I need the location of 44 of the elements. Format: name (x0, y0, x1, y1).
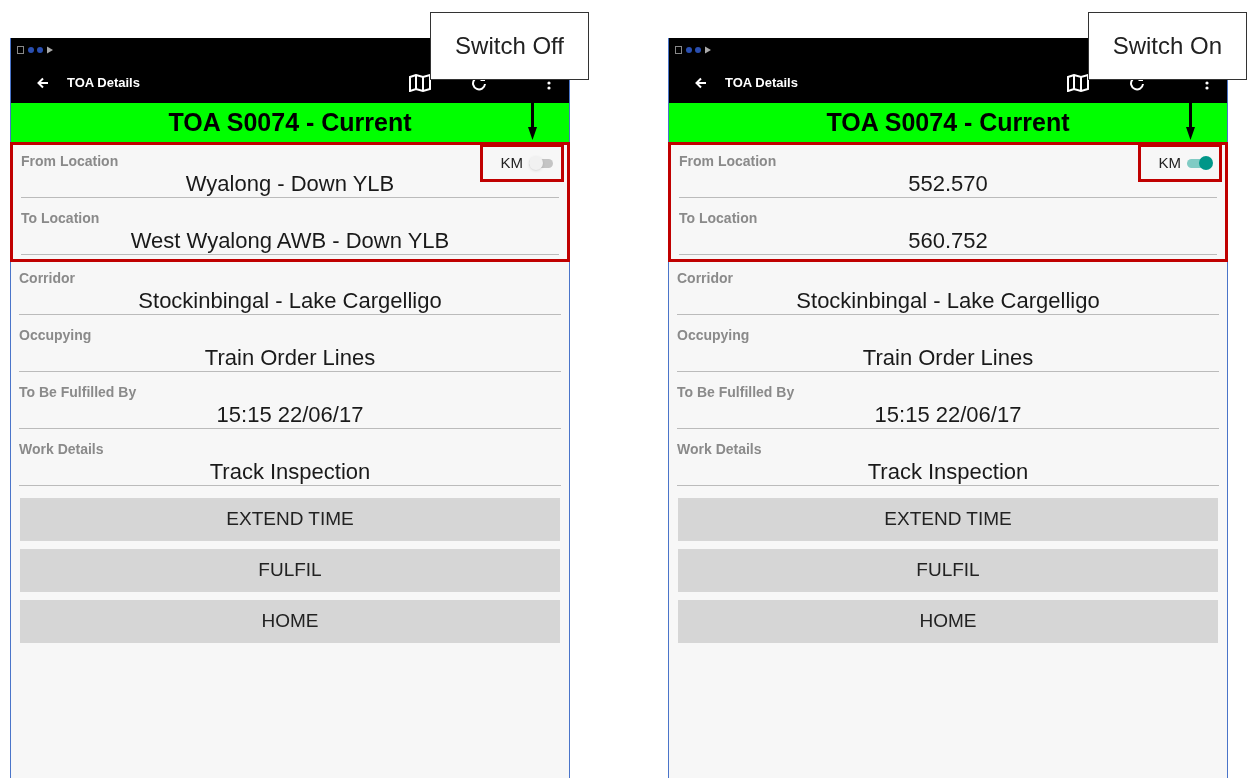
status-banner: TOA S0074 - Current (669, 103, 1227, 142)
field-label: Work Details (19, 440, 104, 459)
km-toggle[interactable] (529, 156, 555, 170)
field-label: Corridor (19, 269, 75, 288)
field-value: Stockinbingal - Lake Cargelligo (677, 288, 1219, 315)
field-value: 15:15 22/06/17 (677, 402, 1219, 429)
field-value: 15:15 22/06/17 (19, 402, 561, 429)
action-button[interactable]: HOME (20, 600, 560, 643)
map-icon[interactable] (409, 73, 431, 92)
field-value: West Wyalong AWB - Down YLB (21, 228, 559, 255)
screen-title: TOA Details (725, 73, 798, 92)
field-label: To Location (679, 209, 758, 228)
field-label: Occupying (677, 326, 750, 345)
screen-title: TOA Details (67, 73, 140, 92)
callout-tooltip: Switch Off (430, 12, 589, 80)
field-label: Work Details (677, 440, 762, 459)
back-icon[interactable] (695, 76, 707, 89)
action-button[interactable]: FULFIL (678, 549, 1218, 592)
field-label: Corridor (677, 269, 733, 288)
action-button[interactable]: HOME (678, 600, 1218, 643)
action-button[interactable]: FULFIL (20, 549, 560, 592)
field-value: Train Order Lines (19, 345, 561, 372)
map-icon[interactable] (1067, 73, 1089, 92)
km-label: KM (500, 152, 523, 173)
back-icon[interactable] (37, 76, 49, 89)
field-value: Wyalong - Down YLB (21, 171, 559, 198)
field-label: To Location (21, 209, 100, 228)
field-label: From Location (679, 152, 777, 171)
action-button[interactable]: EXTEND TIME (678, 498, 1218, 541)
field-value: Track Inspection (677, 459, 1219, 486)
callout-tooltip: Switch On (1087, 12, 1247, 80)
field-label: From Location (21, 152, 119, 171)
field-value: Train Order Lines (677, 345, 1219, 372)
km-label: KM (1158, 152, 1181, 173)
status-banner: TOA S0074 - Current (11, 103, 569, 142)
field-label: Occupying (19, 326, 92, 345)
field-label: To Be Fulfilled By (677, 383, 795, 402)
km-toggle[interactable] (1187, 156, 1213, 170)
field-value: 552.570 (679, 171, 1217, 198)
field-value: Stockinbingal - Lake Cargelligo (19, 288, 561, 315)
field-label: To Be Fulfilled By (19, 383, 137, 402)
field-value: Track Inspection (19, 459, 561, 486)
field-value: 560.752 (679, 228, 1217, 255)
action-button[interactable]: EXTEND TIME (20, 498, 560, 541)
